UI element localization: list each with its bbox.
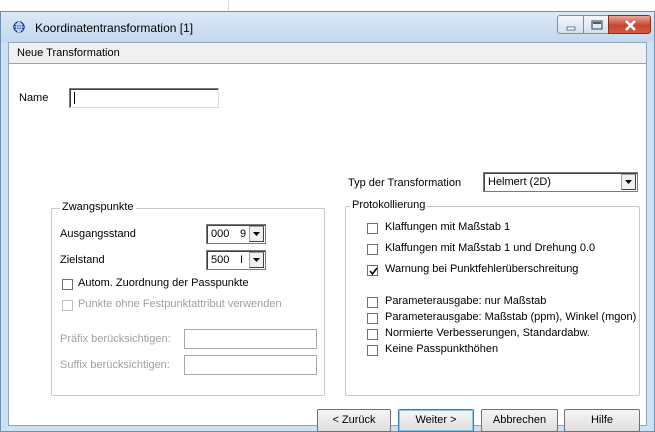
zielstand-partial: I — [240, 254, 244, 266]
suffix-label: Suffix berücksichtigen: — [60, 359, 170, 371]
minimize-button[interactable] — [557, 15, 584, 34]
zielstand-value: 500 — [211, 254, 230, 266]
zielstand-select[interactable]: 500 I — [206, 250, 266, 270]
protokoll-checkbox-2[interactable] — [367, 265, 378, 276]
chevron-down-icon — [253, 258, 260, 262]
close-icon — [625, 20, 636, 31]
cancel-button[interactable]: Abbrechen — [481, 409, 558, 432]
name-input[interactable] — [69, 88, 219, 108]
protokoll-checkbox-3[interactable] — [367, 297, 378, 308]
protokoll-label-5: Normierte Verbesserungen, Standardabw. — [385, 327, 590, 339]
protokoll-checkbox-0[interactable] — [367, 223, 378, 234]
protokoll-label-4: Parameterausgabe: Maßstab (ppm), Winkel … — [385, 311, 637, 323]
chevron-down-icon — [253, 232, 260, 236]
ausgangsstand-partial: 9 — [240, 228, 247, 240]
protokoll-label-3: Parameterausgabe: nur Maßstab — [385, 295, 547, 307]
praefix-input[interactable] — [184, 329, 317, 349]
page-header: Neue Transformation — [9, 43, 646, 64]
ausgangsstand-select[interactable]: 000 9 — [206, 224, 266, 244]
page-title: Neue Transformation — [17, 47, 120, 59]
transform-type-label: Typ der Transformation — [348, 177, 462, 189]
maximize-icon — [591, 20, 603, 30]
suffix-input[interactable] — [184, 355, 317, 375]
protokoll-checkbox-4[interactable] — [367, 313, 378, 324]
checkmark-icon — [369, 267, 378, 276]
zielstand-label: Zielstand — [60, 254, 105, 266]
dialog-window: Koordinatentransformation [1] Neue Trans… — [0, 11, 655, 432]
name-label: Name — [19, 92, 49, 104]
minimize-icon — [566, 26, 576, 31]
title-bar[interactable]: Koordinatentransformation [1] — [1, 12, 654, 42]
zielstand-dropdown-button[interactable] — [249, 252, 264, 268]
maximize-button[interactable] — [583, 15, 609, 34]
text-caret — [74, 92, 75, 104]
protokoll-label-2: Warnung bei Punktfehlerüberschreitung — [385, 263, 579, 275]
transform-type-value: Helmert (2D) — [488, 176, 551, 188]
auto-zuordnung-label: Autom. Zuordnung der Passpunkte — [78, 277, 249, 289]
ohne-festpunkt-label: Punkte ohne Festpunktattribut verwenden — [78, 298, 282, 310]
ausgangsstand-value: 000 — [211, 228, 230, 240]
praefix-label: Präfix berücksichtigen: — [60, 333, 171, 345]
protokoll-label-6: Keine Passpunkthöhen — [385, 343, 499, 355]
protokoll-checkbox-5[interactable] — [367, 329, 378, 340]
zwangspunkte-legend: Zwangspunkte — [60, 201, 136, 213]
auto-zuordnung-checkbox[interactable] — [62, 279, 73, 290]
protokoll-checkbox-6[interactable] — [367, 345, 378, 356]
ohne-festpunkt-checkbox[interactable] — [62, 300, 73, 311]
transform-type-select[interactable]: Helmert (2D) — [483, 172, 638, 192]
dialog-client-area: Neue Transformation Name Zwangspunkte Au… — [8, 42, 647, 432]
protokollierung-legend: Protokollierung — [350, 199, 428, 211]
protokoll-label-0: Klaffungen mit Maßstab 1 — [385, 221, 511, 233]
app-globe-icon — [13, 21, 25, 33]
transform-type-dropdown-button[interactable] — [621, 174, 636, 190]
ausgangsstand-label: Ausgangsstand — [60, 228, 136, 240]
protokoll-label-1: Klaffungen mit Maßstab 1 und Drehung 0.0 — [385, 242, 596, 254]
window-title: Koordinatentransformation [1] — [35, 21, 194, 35]
back-button[interactable]: < Zurück — [317, 409, 391, 432]
protokoll-checkbox-1[interactable] — [367, 244, 378, 255]
close-button[interactable] — [608, 15, 651, 34]
chevron-down-icon — [625, 180, 632, 184]
help-button[interactable]: Hilfe — [564, 409, 640, 432]
ausgangsstand-dropdown-button[interactable] — [249, 226, 264, 242]
next-button[interactable]: Weiter > — [398, 409, 474, 432]
